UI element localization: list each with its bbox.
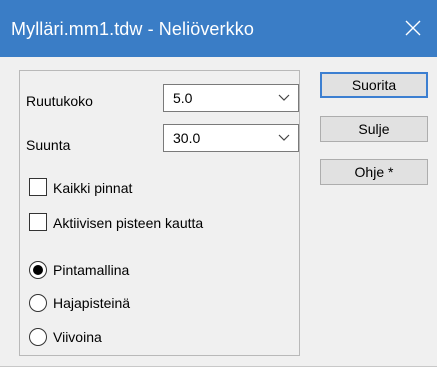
direction-label: Suunta (26, 137, 71, 153)
grid-size-label: Ruutukoko (26, 93, 93, 109)
through-active-point-checkbox[interactable] (29, 213, 47, 231)
through-active-point-label: Aktiivisen pisteen kautta (53, 215, 204, 231)
mode-radio-scattered[interactable] (29, 294, 47, 312)
chevron-down-icon (278, 134, 290, 141)
grid-size-select[interactable]: 5.0 (163, 84, 299, 112)
title-bar[interactable]: Mylläri.mm1.tdw - Neliöverkko (0, 0, 437, 57)
close-icon (405, 20, 421, 36)
mode-radio-surface[interactable] (29, 261, 47, 279)
direction-value: 30.0 (173, 130, 201, 146)
all-surfaces-checkbox[interactable] (29, 178, 47, 196)
all-surfaces-label: Kaikki pinnat (53, 180, 133, 196)
grid-size-value: 5.0 (173, 90, 193, 106)
window-title: Mylläri.mm1.tdw - Neliöverkko (11, 19, 254, 39)
mode-option-label: Pintamallina (53, 262, 130, 278)
radio-selected-dot (33, 265, 43, 275)
run-button[interactable]: Suorita (320, 72, 428, 98)
direction-select[interactable]: 30.0 (163, 124, 299, 152)
help-button[interactable]: Ohje * (320, 159, 428, 185)
chevron-down-icon (278, 94, 290, 101)
close-window-button[interactable] (391, 0, 437, 57)
mode-radio-lines[interactable] (29, 328, 47, 346)
mode-option-label: Viivoina (53, 329, 102, 345)
close-button[interactable]: Sulje (320, 116, 428, 142)
mode-option-label: Hajapisteinä (53, 295, 131, 311)
options-group (19, 70, 300, 356)
